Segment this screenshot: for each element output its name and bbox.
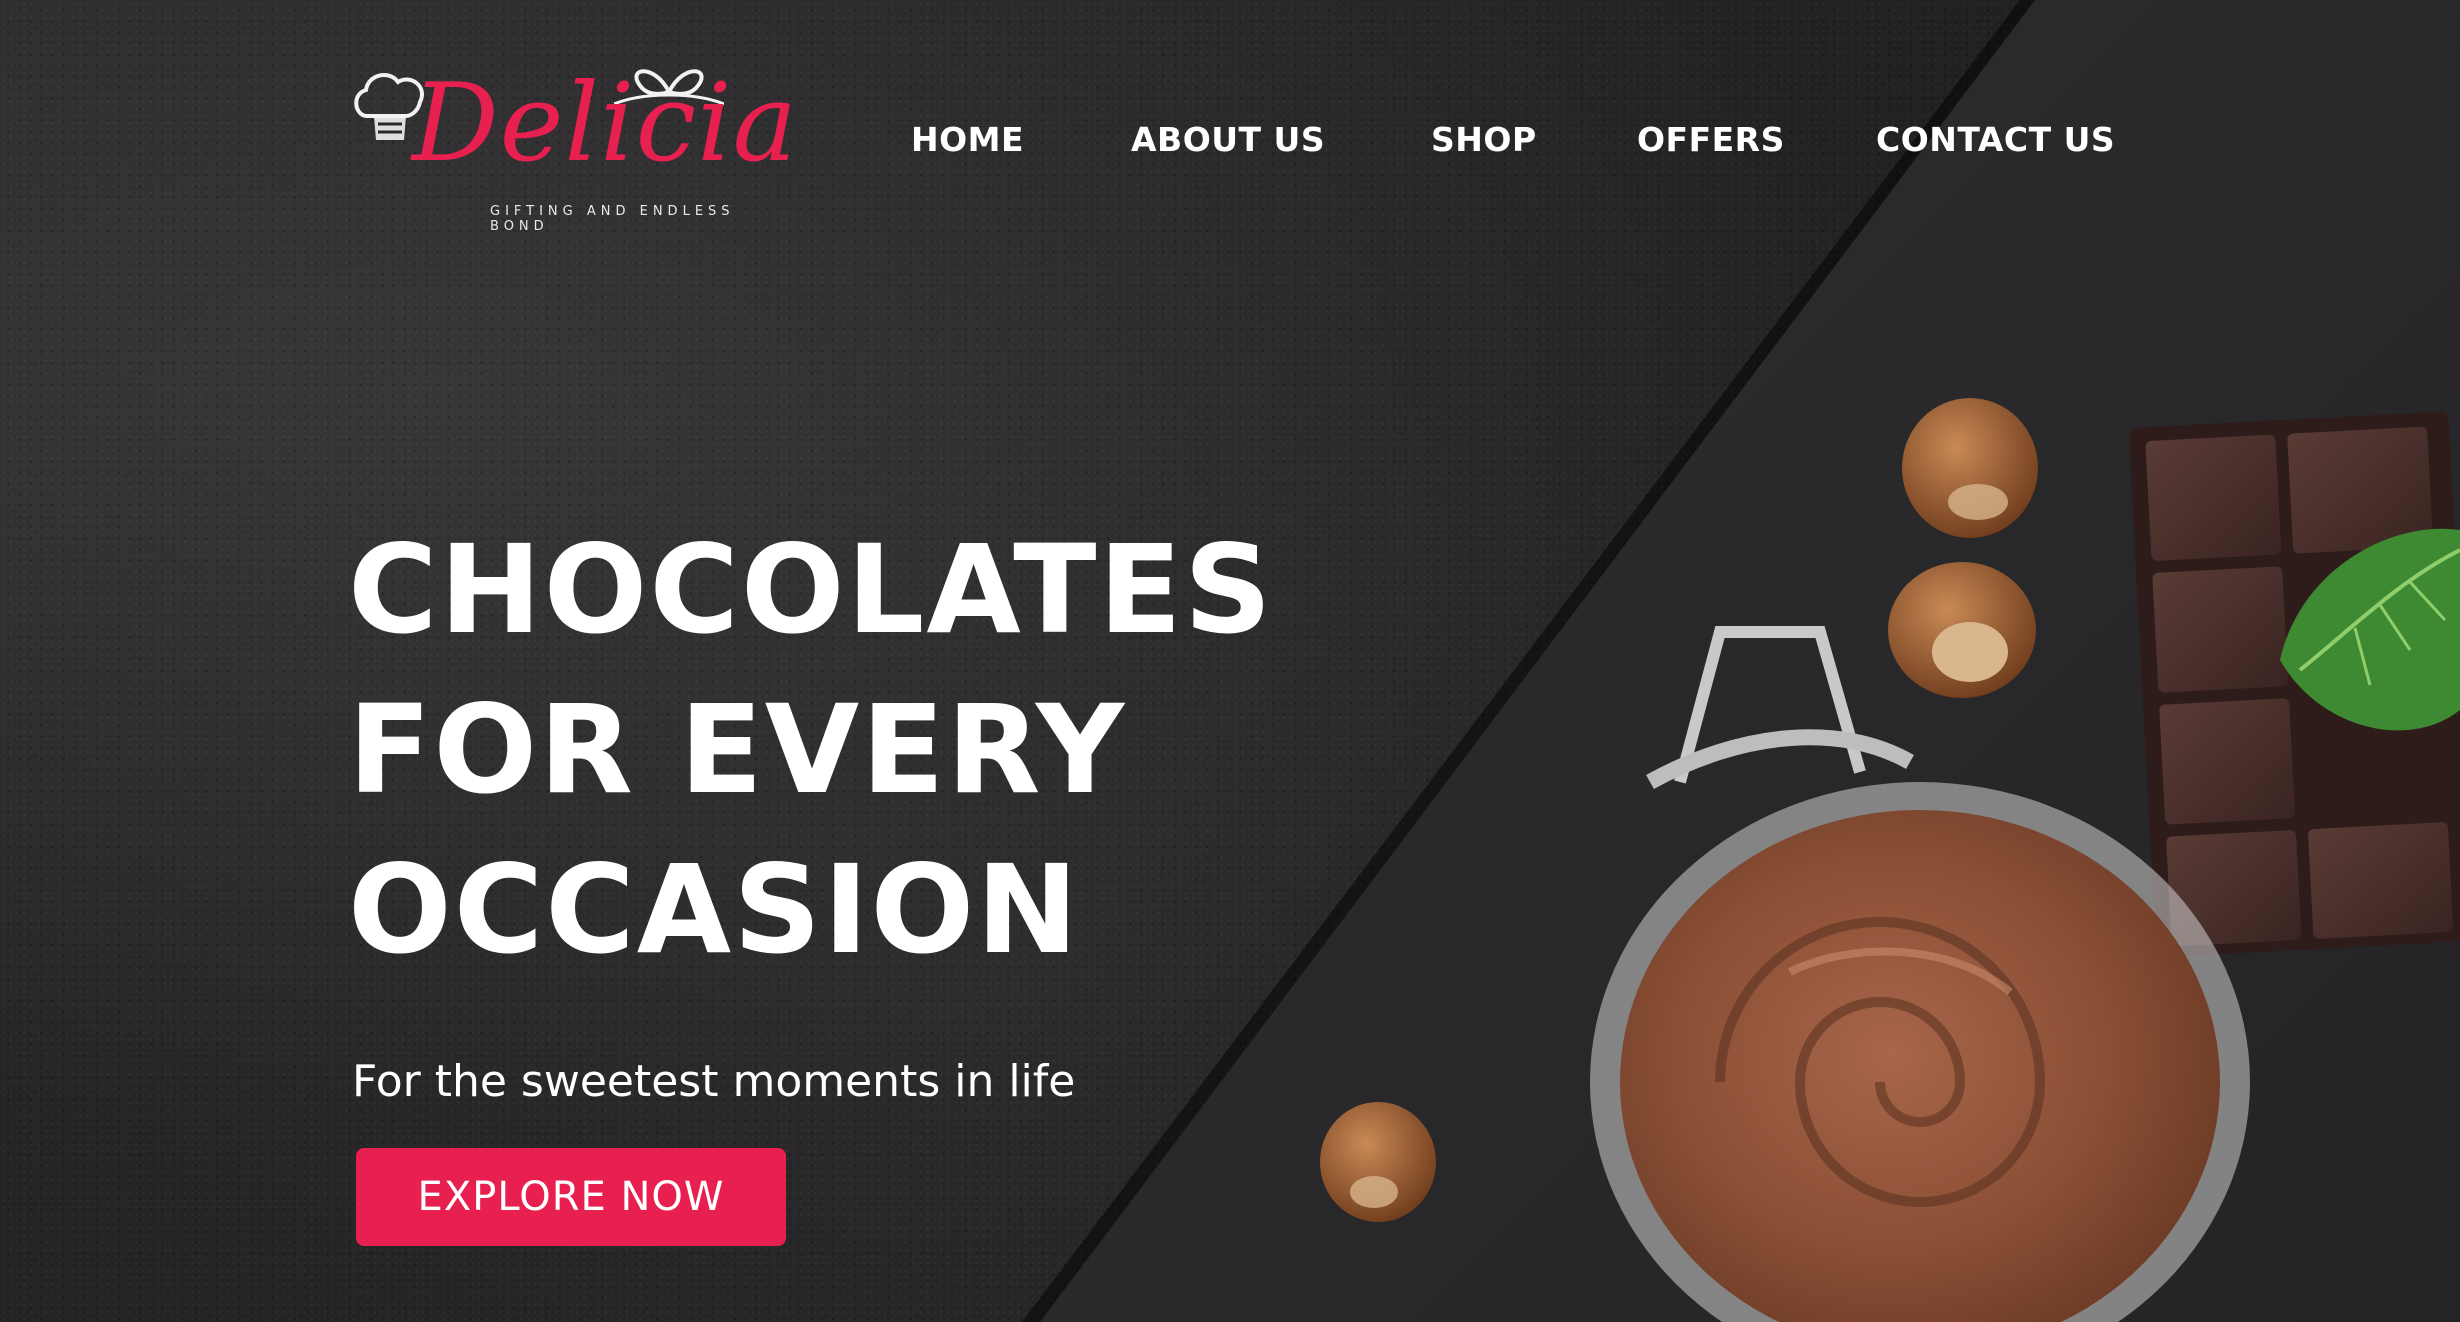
headline-line: OCCASION [348,839,1081,981]
nav-shop[interactable]: SHOP [1431,120,1537,159]
chocolate-spread-jar-image [1590,626,2250,1322]
brand-logo[interactable]: Delicia GIFTING AND ENDLESS BOND [352,58,797,234]
nav-home[interactable]: HOME [911,120,1024,159]
hazelnut-image [1902,398,2038,538]
brand-tagline: GIFTING AND ENDLESS BOND [490,204,735,234]
hazelnut-image [1320,1102,1436,1222]
nav-contact-us[interactable]: CONTACT US [1876,120,2115,159]
mint-leaf-image [2280,528,2460,731]
headline-line: FOR EVERY [348,679,1127,821]
hero-subtitle: For the sweetest moments in life [352,1056,1076,1107]
headline-line: CHOCOLATES [348,519,1274,661]
nav-offers[interactable]: OFFERS [1637,120,1785,159]
nav-about-us[interactable]: ABOUT US [1131,120,1325,159]
hero-banner: Delicia GIFTING AND ENDLESS BOND HOME AB… [0,0,2460,1322]
explore-now-button[interactable]: EXPLORE NOW [356,1148,786,1246]
hero-headline: CHOCOLATES FOR EVERY OCCASION [348,510,1274,990]
brand-name: Delicia [412,61,799,186]
